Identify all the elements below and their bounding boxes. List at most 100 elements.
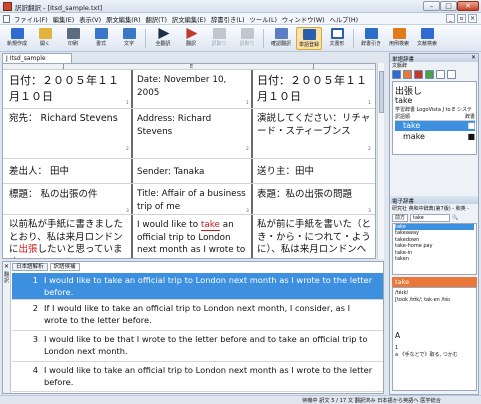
mdi-restore-button[interactable]: ▫ (457, 14, 466, 23)
headword-list[interactable]: take takeaway takedown take-home pay tak… (392, 223, 477, 275)
menu-file[interactable]: ファイル(F) (14, 15, 48, 24)
target-cell-5[interactable]: I would like to take an official trip to… (137, 219, 249, 258)
new-button[interactable]: 新規作成 (4, 27, 30, 50)
menu-edit[interactable]: 編集(E) (53, 15, 75, 24)
menu-translate[interactable]: 翻訳(T) (146, 15, 167, 24)
tab-japanese-analysis[interactable]: 日本語解析 (12, 263, 48, 271)
green-book-icon[interactable] (425, 70, 434, 79)
scrollbar-thumb[interactable] (379, 71, 384, 113)
candidate-number: 4 (32, 365, 38, 375)
search-row: 前方 take 🔍 (390, 213, 478, 222)
menu-dictionary[interactable]: 辞書引き(L) (211, 15, 245, 24)
pronunciation: /téɪk/ (395, 290, 409, 296)
target-cell-2[interactable]: Address: Richard Stevens (137, 113, 249, 138)
example-icon[interactable] (403, 70, 412, 79)
back-translation-cell-1[interactable]: 日付：２００５年１１月１０日 (257, 73, 373, 105)
bottom-tabs: 日本語解析 訳語候補 (12, 263, 80, 271)
row-divider (3, 183, 375, 184)
menu-window[interactable]: ウィンドウ(W) (282, 15, 325, 24)
take-translation-button[interactable]: 訳取り (206, 27, 232, 50)
search-mode-select[interactable]: 前方 (392, 213, 409, 222)
target-cell-1[interactable]: Date: November 10, 2005 (137, 74, 249, 99)
title-bar: 訳訳翻訳 - [Itsd_sample.txt] – □ ✕ (0, 0, 481, 13)
entry-definition: /téɪk/ [took /tʊ́k/; tak·en /téɪ A 1 a 《… (392, 287, 477, 391)
sense-number: 1 (395, 345, 399, 351)
search-icon[interactable]: 🔍 (452, 215, 458, 221)
maximize-button[interactable]: □ (440, 1, 457, 11)
highlighted-target-term[interactable]: take (200, 220, 220, 231)
editor-scrollbar[interactable] (377, 63, 384, 259)
dictionary-lookup-button[interactable]: 辞書引き (358, 27, 384, 50)
option-item[interactable]: make ■ (395, 132, 475, 142)
open-button[interactable]: 開く (32, 27, 58, 50)
candidate-number: 2 (32, 303, 38, 313)
back-translation-cell-5[interactable]: 私が前に手紙を書いた（とき・から・につれて・ように）、私は来月ロンドンへ (257, 219, 373, 258)
back-translation-cell-2[interactable]: 演説してください：リチャード・スティーブンス (257, 113, 373, 138)
status-bar: 待機中 訳文 5 / 17 文 翻訳済み 日本語から英語へ 医学総合 (0, 395, 481, 404)
menu-view[interactable]: 表示(V) (79, 15, 101, 24)
source-cell-3[interactable]: 差出人： 田中 (9, 166, 129, 179)
dictionary-source: 学習辞書 LogoVista J to E システ (395, 107, 472, 113)
translate-all-button[interactable]: 全翻訳 (150, 27, 176, 50)
confirm-translate-button[interactable]: 確認翻訳 (268, 27, 294, 50)
menu-help[interactable]: ヘルプ(H) (330, 15, 359, 24)
close-button[interactable]: ✕ (457, 1, 479, 11)
minimize-button[interactable]: – (423, 1, 440, 11)
panel-spacer (390, 156, 478, 196)
translate-button[interactable]: 翻訳 (178, 27, 204, 50)
example-search-button[interactable]: 用例検索 (386, 27, 412, 50)
source-cell-2[interactable]: 宛先： Richard Stevens (9, 113, 129, 126)
word-register-button[interactable]: 単語登録 (296, 27, 322, 50)
source-cell-5[interactable]: 以前私が手紙に書きましたとおり、私は来月ロンドンに出張したいと思っています。 (9, 219, 129, 258)
tab-translation-candidates[interactable]: 訳語候補 (49, 263, 80, 271)
column-divider (251, 70, 253, 258)
candidate-number: 3 (32, 334, 38, 344)
target-cell-3[interactable]: Sender: Tanaka (137, 166, 249, 179)
arrow-right-icon[interactable] (447, 70, 456, 79)
arrow-icon[interactable] (436, 70, 445, 79)
headword-item[interactable]: taken (395, 256, 474, 262)
toolbar-separator (145, 29, 146, 48)
target-word: take (395, 96, 413, 105)
candidate-row[interactable]: 2 If I would like to take an official tr… (12, 301, 383, 331)
source-cell-4[interactable]: 標題： 私の出張の件 (9, 189, 129, 202)
close-icon[interactable]: ✕ (471, 54, 476, 61)
segment-number: 2 (126, 147, 129, 152)
mdi-close-button[interactable]: × (468, 14, 477, 23)
literature-search-button[interactable]: 文献検索 (414, 27, 440, 50)
document-tab[interactable]: J Itsd_sample (2, 53, 72, 63)
option-item[interactable]: take ■ (395, 121, 475, 131)
translation-editor[interactable]: J E J 日付：２００５年１１月１０日 Date: November 10, … (2, 63, 376, 259)
candidate-row[interactable]: 3 I would like to be that I wrote to the… (12, 332, 383, 362)
candidate-row[interactable]: 4 I would like to take an official trip … (12, 363, 383, 392)
register-icon (302, 29, 316, 40)
menu-tools[interactable]: ツール(L) (250, 15, 277, 24)
back-translation-cell-3[interactable]: 送り主：田中 (257, 166, 373, 179)
font-icon (122, 28, 136, 39)
take-back-translation-button[interactable]: 訳取り (234, 27, 260, 50)
document-layout-button[interactable]: 文書形 (324, 27, 350, 50)
red-book-icon[interactable] (414, 70, 423, 79)
menu-target-edit[interactable]: 訳文編集(E) (172, 15, 206, 24)
dictionary-selector[interactable]: 研究社 英和中辞典(第7版) - 和英 - (390, 204, 478, 213)
highlighted-source-term[interactable]: 出張 (19, 244, 38, 255)
search-input[interactable]: take (410, 213, 451, 222)
close-icon[interactable]: ✕ (4, 263, 9, 270)
source-cell-1[interactable]: 日付：２００５年１１月１０日 (9, 73, 129, 105)
segment-number: 2 (368, 147, 371, 152)
translate-arrow-icon (186, 28, 198, 39)
dictionary-icon[interactable] (392, 70, 401, 79)
menu-source-edit[interactable]: 原文編集(R) (106, 15, 140, 24)
print-button[interactable]: 印刷 (60, 27, 86, 50)
toolbar-separator (263, 29, 264, 48)
candidate-row[interactable]: 1 I would like to take an official trip … (12, 273, 383, 300)
back-translation-cell-4[interactable]: 表題：私の出張の問題 (257, 189, 373, 202)
entry-title-bar: take (392, 277, 477, 287)
target-cell-4[interactable]: Title: Affair of a business trip of me (137, 188, 249, 213)
font-button[interactable]: 文字 (116, 27, 142, 50)
menu-bar: ファイル(F) 編集(E) 表示(V) 原文編集(R) 翻訳(T) 訳文編集(E… (0, 13, 481, 25)
mdi-minimize-button[interactable]: _ (446, 14, 455, 23)
sense-text: a 《手などで》取る, つかむ (395, 352, 458, 358)
format-button[interactable]: 書式 (88, 27, 114, 50)
segment-number: 1 (126, 101, 129, 106)
